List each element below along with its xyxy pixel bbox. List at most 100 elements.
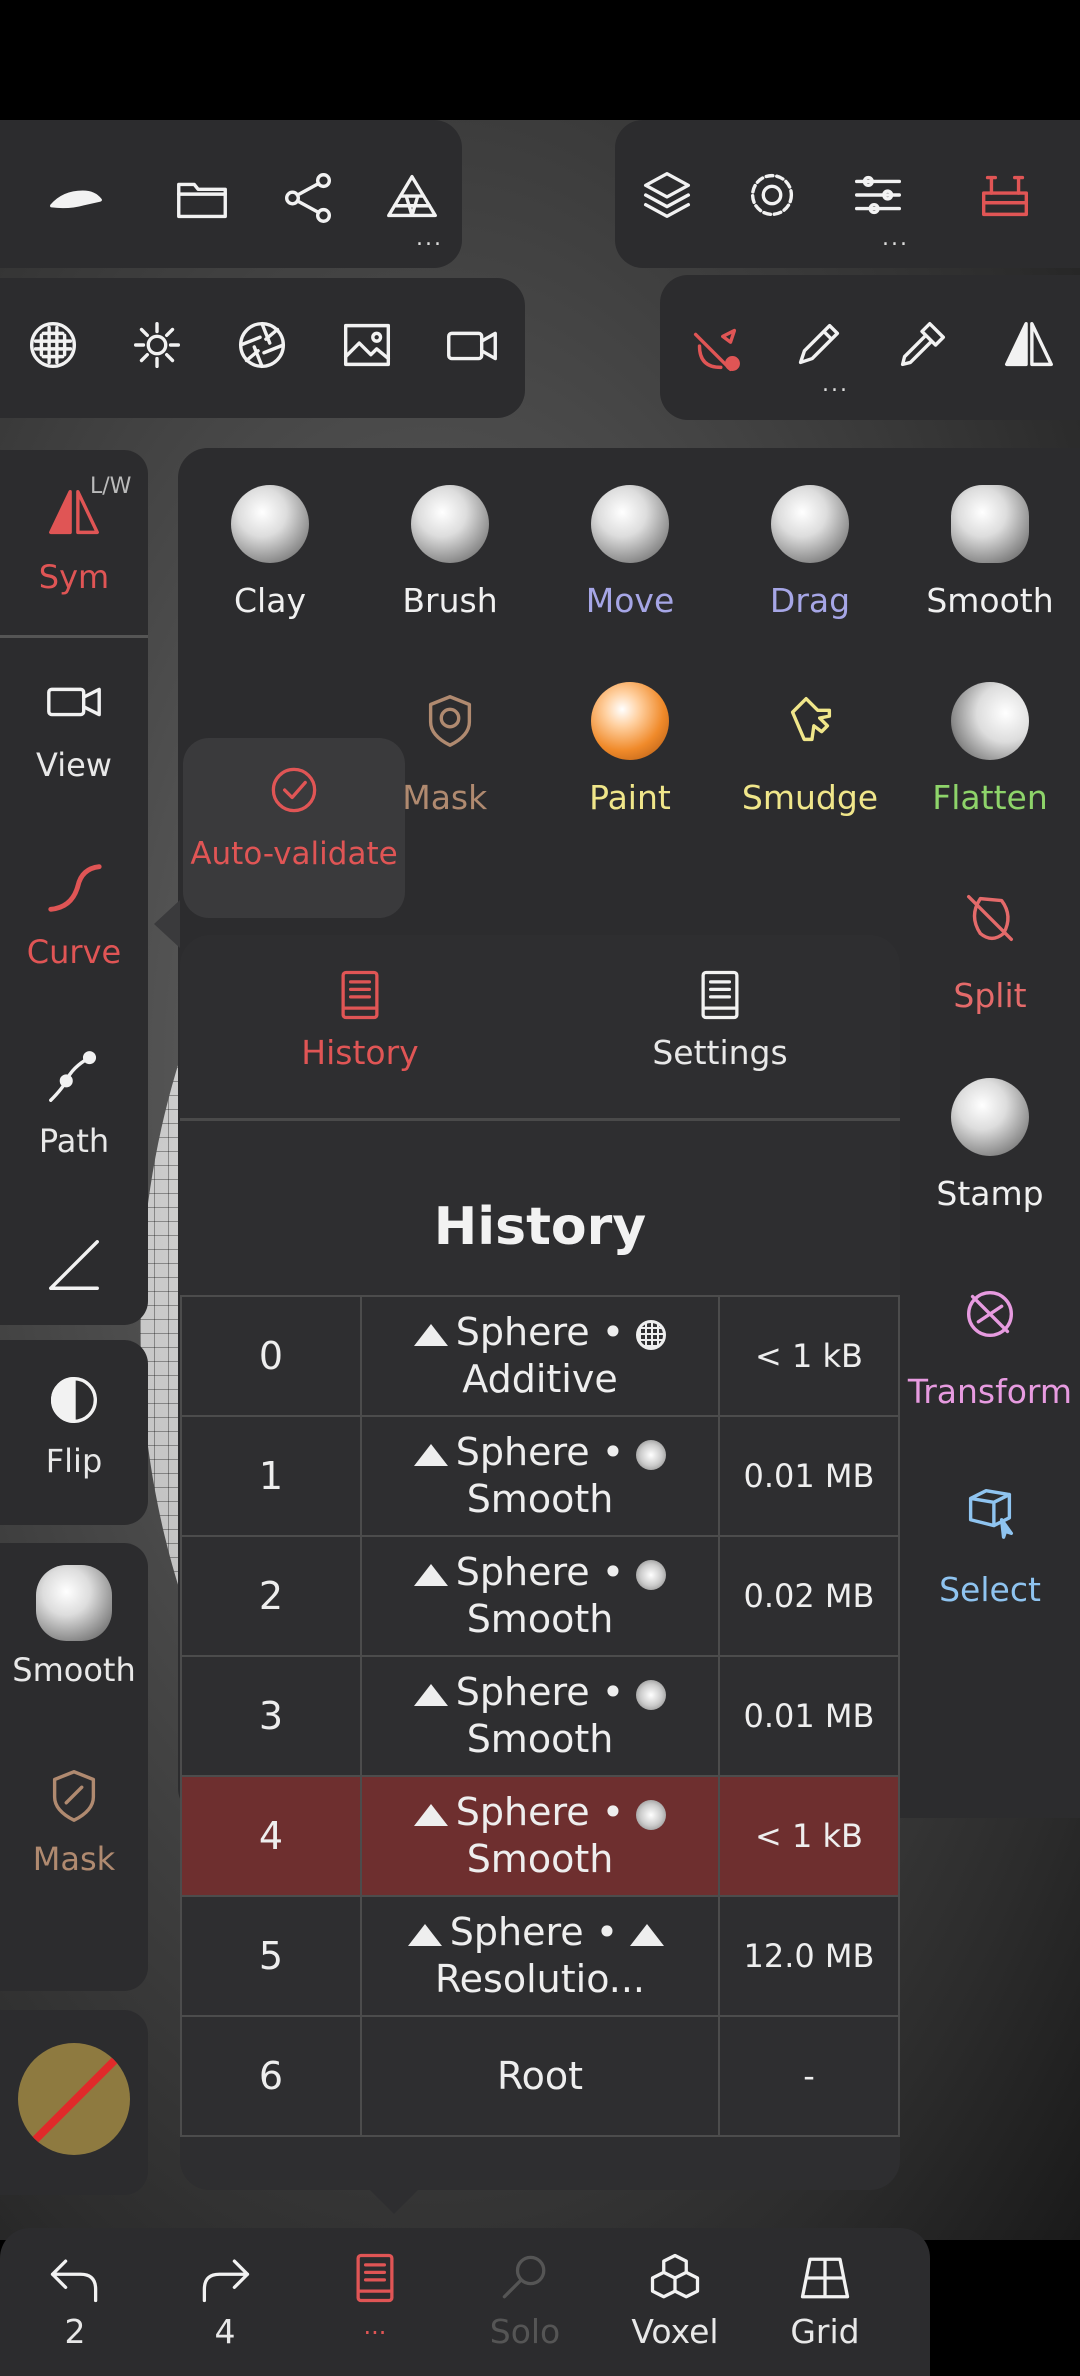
undo-button[interactable]: 2 (0, 2248, 150, 2351)
history-index: 5 (180, 1895, 362, 2017)
layers-icon[interactable] (627, 155, 707, 235)
sidebar-sym[interactable]: L/W Sym (0, 474, 148, 596)
history-button[interactable]: ... (300, 2248, 450, 2340)
sidebar-view[interactable]: View (0, 666, 148, 784)
tool-label: Stamp (936, 1174, 1044, 1213)
tool-clay[interactable]: Clay (180, 465, 360, 655)
tool-smudge[interactable]: Smudge (720, 662, 900, 852)
sliders-more-indicator: ... (882, 226, 909, 251)
solo-button[interactable]: Solo (450, 2248, 600, 2351)
tool-label: Move (585, 581, 675, 620)
pen-more-indicator: ... (822, 372, 849, 397)
history-index: 3 (180, 1655, 362, 1777)
history-name: Sphere • Smooth (360, 1655, 720, 1777)
mesh-icon (413, 1443, 448, 1466)
folder-icon[interactable] (162, 158, 242, 238)
hat-icon[interactable] (35, 158, 115, 238)
history-action: Smooth (466, 1597, 614, 1641)
brush-icon (411, 485, 489, 563)
aperture-icon[interactable] (222, 305, 302, 385)
redo-button[interactable]: 4 (150, 2248, 300, 2351)
history-size: < 1 kB (718, 1775, 900, 1897)
history-row[interactable]: 3 Sphere • Smooth 0.01 MB (180, 1655, 900, 1777)
no-color-slash (18, 2043, 130, 2155)
settings-icon[interactable] (732, 155, 812, 235)
symmetry-icon[interactable] (988, 305, 1068, 385)
camera-icon[interactable] (432, 305, 512, 385)
share-icon[interactable] (268, 158, 348, 238)
mesh-icon (413, 1323, 448, 1346)
mesh-icon (413, 1683, 448, 1706)
flatten-icon (951, 682, 1029, 760)
tool-transform[interactable]: Transform (900, 1256, 1080, 1446)
tab-history-label: History (301, 1033, 419, 1072)
history-row[interactable]: 0 Sphere • Additive < 1 kB (180, 1295, 900, 1417)
history-row[interactable]: 6 Root - (180, 2015, 900, 2137)
history-name: Sphere • Smooth (360, 1415, 720, 1537)
tool-brush[interactable]: Brush (360, 465, 540, 655)
tool-split[interactable]: Split (900, 860, 1080, 1050)
grid-icon (795, 2248, 855, 2308)
mask-shield-icon (410, 680, 490, 760)
matcap-icon[interactable] (13, 305, 93, 385)
voxel-button[interactable]: Voxel (600, 2248, 750, 2351)
grid-button[interactable]: Grid (750, 2248, 900, 2351)
smooth-icon (636, 1799, 667, 1830)
mesh-more-indicator: ... (416, 226, 443, 251)
mesh-icon (630, 1923, 665, 1946)
light-icon[interactable] (117, 305, 197, 385)
history-index: 0 (180, 1295, 362, 1417)
history-row[interactable]: 2 Sphere • Smooth 0.02 MB (180, 1535, 900, 1657)
color-swatch[interactable] (18, 2043, 130, 2155)
history-size: 0.01 MB (718, 1415, 900, 1537)
sidebar-falloff[interactable] (0, 1230, 148, 1300)
redo-count: 4 (214, 2312, 236, 2351)
tool-paint[interactable]: Paint (540, 662, 720, 852)
tool-label: Transform (907, 1372, 1073, 1411)
smooth-icon (636, 1559, 667, 1590)
auto-validate-label: Auto-validate (190, 836, 398, 872)
book-icon (345, 2248, 405, 2308)
tool-stamp[interactable]: Stamp (900, 1058, 1080, 1248)
history-row[interactable]: 4 Sphere • Smooth < 1 kB (180, 1775, 900, 1897)
sidebar-path[interactable]: Path (0, 1042, 148, 1160)
history-object: Sphere • (449, 1910, 619, 1954)
mask-label: Mask (32, 1840, 116, 1878)
tool-label: Smudge (741, 778, 879, 817)
sidebar-smooth[interactable]: Smooth (0, 1565, 148, 1689)
tool-drag[interactable]: Drag (720, 465, 900, 655)
view-label: View (36, 746, 112, 784)
toolbox-icon[interactable] (965, 155, 1045, 235)
split-icon (950, 878, 1030, 958)
history-row[interactable]: 1 Sphere • Smooth 0.01 MB (180, 1415, 900, 1537)
tab-settings[interactable]: Settings (540, 935, 900, 1118)
flip-label: Flip (45, 1442, 103, 1480)
sidebar-mask[interactable]: Mask (0, 1760, 148, 1878)
history-row[interactable]: 5 Sphere • Resolutio... 12.0 MB (180, 1895, 900, 2017)
tool-label: Drag (769, 581, 851, 620)
undo-icon (45, 2248, 105, 2308)
tab-settings-label: Settings (652, 1033, 788, 1072)
history-tabs: History Settings (180, 935, 900, 1121)
drag-icon (771, 485, 849, 563)
history-index: 2 (180, 1535, 362, 1657)
auto-validate-button[interactable]: Auto-validate (183, 738, 405, 918)
tab-history[interactable]: History (180, 935, 540, 1118)
sidebar-curve[interactable]: Curve (0, 853, 148, 971)
dropper-icon[interactable] (882, 305, 962, 385)
tool-move[interactable]: Move (540, 465, 720, 655)
image-icon[interactable] (327, 305, 407, 385)
tool-label: Paint (589, 778, 671, 817)
path-label: Path (38, 1122, 110, 1160)
path-icon (39, 1042, 109, 1112)
brush-settings-icon[interactable] (672, 305, 758, 391)
popup-pointer (368, 2188, 420, 2214)
smooth-icon (951, 485, 1029, 563)
history-object: Sphere • (455, 1550, 625, 1594)
tool-select[interactable]: Select (900, 1454, 1080, 1644)
history-object: Sphere • (455, 1790, 625, 1834)
sliders-icon[interactable] (838, 155, 918, 235)
tool-smooth[interactable]: Smooth (900, 465, 1080, 655)
tool-flatten[interactable]: Flatten (900, 662, 1080, 852)
sidebar-flip[interactable]: Flip (0, 1368, 148, 1480)
